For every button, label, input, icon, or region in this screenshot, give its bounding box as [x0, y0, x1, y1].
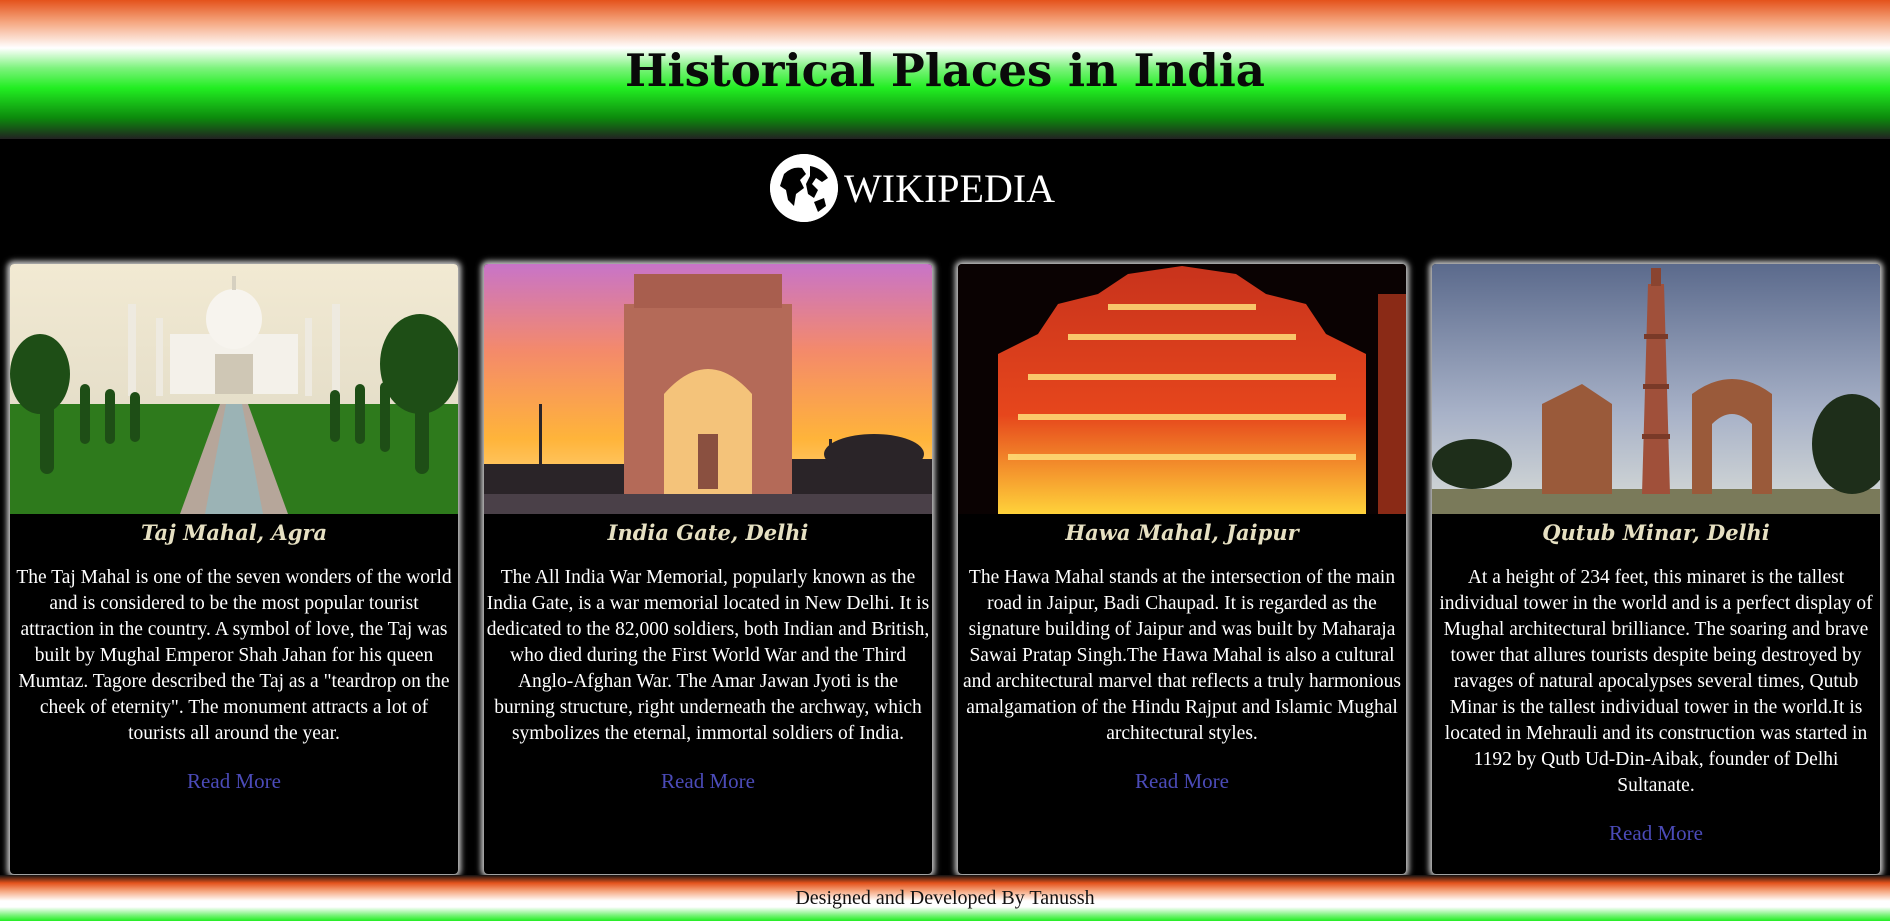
hawa-mahal-image	[958, 264, 1406, 514]
card-description: The Hawa Mahal stands at the intersectio…	[962, 567, 1402, 744]
footer-credit: Designed and Developed By Tanussh	[795, 887, 1095, 909]
read-more-link[interactable]: Read More	[958, 769, 1406, 794]
card-title: India Gate, Delhi	[607, 520, 809, 545]
card-description: The All India War Memorial, popularly kn…	[486, 567, 930, 744]
brand-text: WIKIPEDIA	[844, 165, 1056, 211]
read-more-link[interactable]: Read More	[1432, 821, 1880, 846]
card-title: Hawa Mahal, Jaipur	[1065, 520, 1299, 545]
card-title: Taj Mahal, Agra	[140, 520, 328, 545]
read-more-link[interactable]: Read More	[10, 769, 458, 794]
card-description: The Taj Mahal is one of the seven wonder…	[16, 567, 452, 744]
place-card: Qutub Minar, Delhi At a height of 234 fe…	[1432, 264, 1880, 874]
page-title: Historical Places in India	[625, 44, 1265, 97]
page-footer: Designed and Developed By Tanussh	[0, 875, 1890, 921]
qutub-minar-image	[1432, 264, 1880, 514]
card-title: Qutub Minar, Delhi	[1542, 520, 1770, 545]
india-gate-image	[484, 264, 932, 514]
taj-mahal-image	[10, 264, 458, 514]
place-card: Taj Mahal, Agra The Taj Mahal is one of …	[10, 264, 458, 874]
card-description: At a height of 234 feet, this minaret is…	[1439, 567, 1873, 796]
read-more-link[interactable]: Read More	[484, 769, 932, 794]
wikipedia-logo-link[interactable]: WIKIPEDIA	[770, 152, 1055, 224]
globe-icon	[770, 154, 838, 222]
place-card: India Gate, Delhi The All India War Memo…	[484, 264, 932, 874]
page-header: Historical Places in India	[0, 0, 1890, 139]
place-card: Hawa Mahal, Jaipur The Hawa Mahal stands…	[958, 264, 1406, 874]
